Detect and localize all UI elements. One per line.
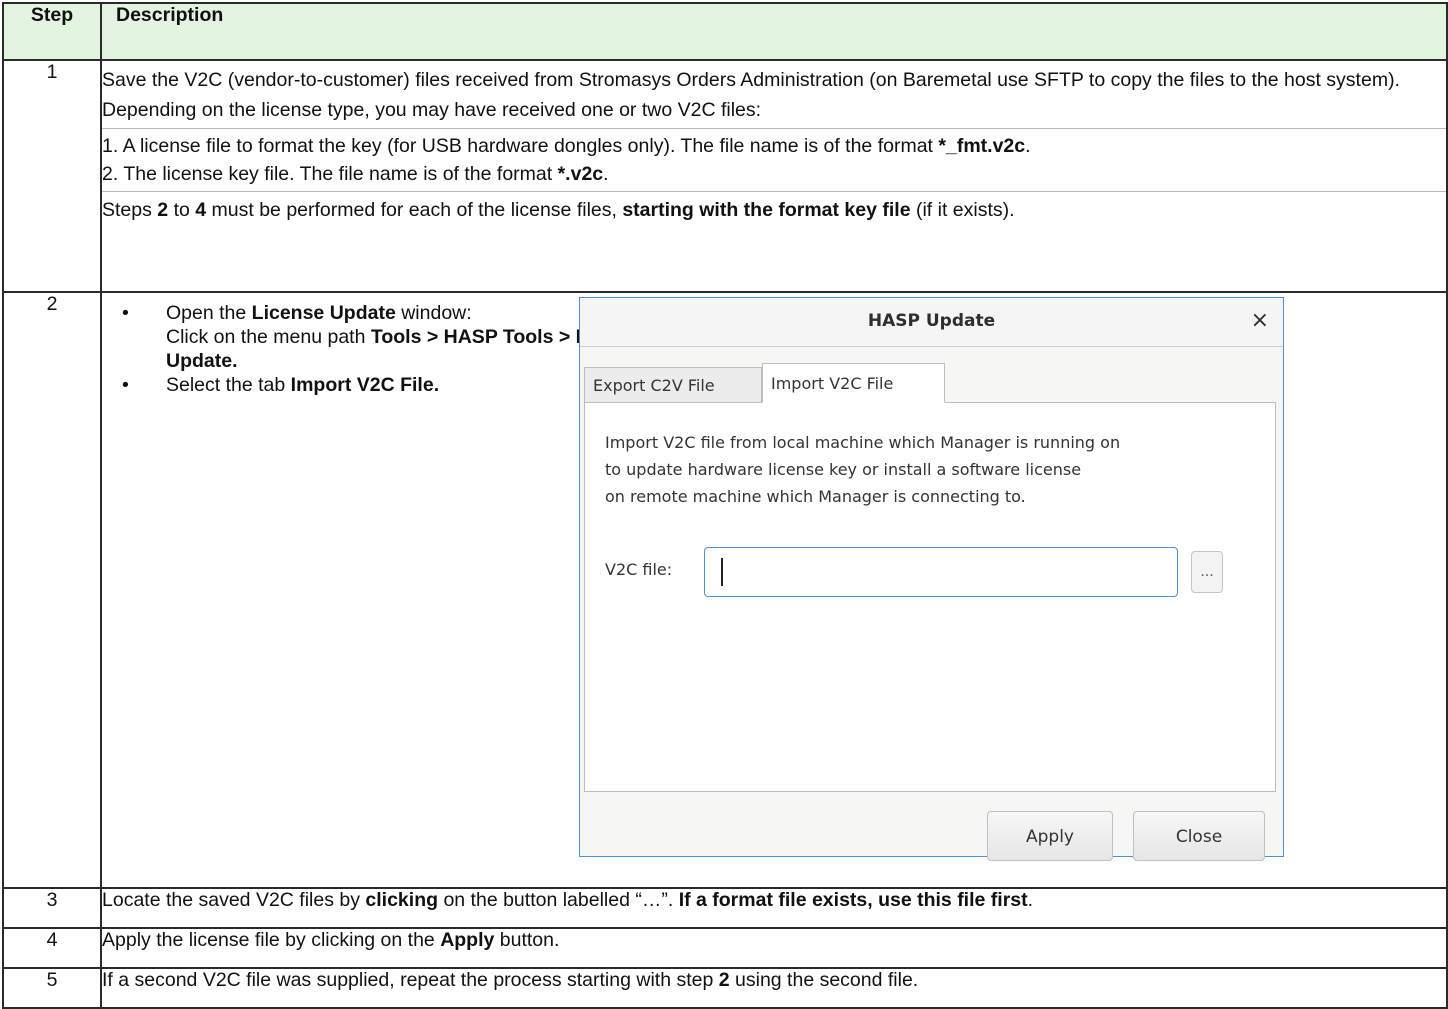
text-caret — [721, 558, 723, 586]
v2c-file-label: V2C file: — [605, 560, 673, 579]
step1-item1: 1. A license file to format the key (for… — [102, 128, 1446, 188]
step-description: Apply the license file by clicking on th… — [100, 927, 1448, 969]
step-number: 2 — [2, 291, 102, 889]
step-number: 1 — [2, 59, 102, 293]
step-number: 4 — [2, 927, 102, 969]
list-item: • Select the tab Import V2C File. — [122, 374, 440, 396]
step1-note: Steps 2 to 4 must be performed for each … — [102, 191, 1446, 224]
header-step: Step — [2, 2, 102, 61]
step-number: 3 — [2, 887, 102, 929]
table-row: 4 Apply the license file by clicking on … — [2, 927, 1448, 969]
v2c-file-input[interactable] — [704, 547, 1178, 597]
dialog-titlebar: HASP Update × — [580, 298, 1283, 347]
list-item: • Open the License Update window: Click on… — [122, 302, 630, 372]
header-description: Description — [100, 2, 1448, 61]
dialog-body: Export C2V File Import V2C File Import V… — [580, 347, 1283, 861]
step-description: If a second V2C file was supplied, repea… — [100, 967, 1448, 1009]
step1-intro: Save the V2C (vendor-to-customer) files … — [102, 69, 1400, 121]
step-description: Save the V2C (vendor-to-customer) files … — [100, 59, 1448, 293]
table-row: 1 Save the V2C (vendor-to-customer) file… — [2, 59, 1448, 293]
table-header-row: Step Description — [2, 2, 1448, 61]
import-panel: Import V2C file from local machine which… — [584, 402, 1276, 792]
table-row: 5 If a second V2C file was supplied, rep… — [2, 967, 1448, 1009]
dialog-title: HASP Update — [867, 311, 996, 331]
apply-button[interactable]: Apply — [987, 811, 1113, 861]
tab-import-v2c[interactable]: Import V2C File — [762, 363, 945, 403]
hasp-update-dialog: HASP Update × Export C2V File Import V2C… — [579, 297, 1284, 861]
tab-export-c2v[interactable]: Export C2V File — [584, 367, 762, 403]
import-description: Import V2C file from local machine which… — [605, 433, 1121, 506]
browse-button[interactable]: ... — [1191, 551, 1223, 593]
step-description: Locate the saved V2C files by clicking o… — [100, 887, 1448, 929]
step-number: 5 — [2, 967, 102, 1009]
close-icon[interactable]: × — [1251, 308, 1269, 333]
table-row: 3 Locate the saved V2C files by clicking… — [2, 887, 1448, 929]
close-button[interactable]: Close — [1133, 811, 1265, 861]
instruction-list: • Open the License Update window: Click on… — [116, 301, 636, 397]
